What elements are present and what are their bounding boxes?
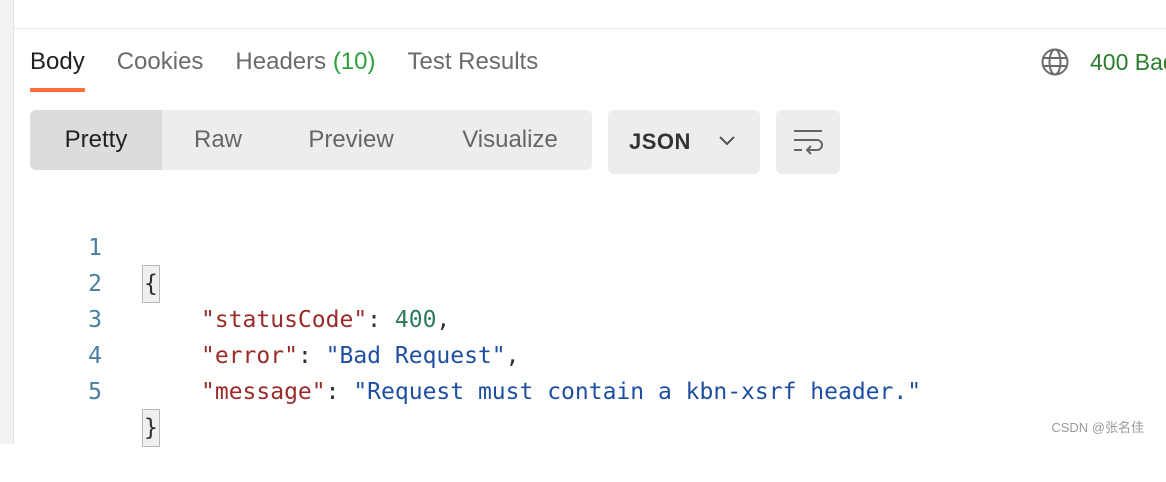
chevron-down-icon xyxy=(719,136,735,146)
tab-headers-label: Headers xyxy=(235,48,327,75)
pretty-button[interactable]: Pretty xyxy=(30,110,162,170)
code-line: 1 { xyxy=(0,194,160,303)
line-number: 4 xyxy=(88,343,102,369)
tab-headers[interactable]: Headers (10) xyxy=(235,44,375,94)
wrap-lines-icon xyxy=(794,130,823,155)
json-key: "message" xyxy=(201,379,326,405)
tab-test-results-label: Test Results xyxy=(407,48,539,75)
status-code-text: 400 Bad Request xyxy=(1090,48,1166,75)
tab-body-label: Body xyxy=(30,48,85,75)
json-value: "Bad Request" xyxy=(325,343,506,369)
tab-test-results[interactable]: Test Results xyxy=(408,44,539,94)
json-key: "error" xyxy=(201,343,298,369)
raw-button[interactable]: Raw xyxy=(162,110,274,170)
response-tabs: Body Cookies Headers (10) Test Results xyxy=(30,44,538,94)
preview-button[interactable]: Preview xyxy=(274,110,428,170)
visualize-button[interactable]: Visualize xyxy=(428,110,592,170)
json-key: "statusCode" xyxy=(201,307,368,333)
response-status: 400 Bad Request xyxy=(1040,44,1166,80)
line-number: 1 xyxy=(88,235,102,261)
line-number: 2 xyxy=(88,271,102,297)
globe-icon[interactable] xyxy=(1040,47,1070,77)
json-value: 400 xyxy=(394,307,437,333)
line-number: 5 xyxy=(88,379,102,405)
code-line: 2 "statusCode": 400, xyxy=(0,230,450,333)
tab-cookies-label: Cookies xyxy=(116,48,204,75)
view-mode-selector: Pretty Raw Preview Visualize xyxy=(30,110,592,170)
language-label: JSON xyxy=(629,129,691,154)
response-body-code: 1 { 2 "statusCode": 400, 3 "error": "Bad… xyxy=(0,194,921,447)
json-comma: , xyxy=(436,307,451,333)
code-line: 5 } xyxy=(0,338,160,447)
line-number: 3 xyxy=(88,307,102,333)
close-brace: } xyxy=(142,409,160,447)
language-dropdown[interactable]: JSON xyxy=(608,110,760,174)
json-value: "Request must contain a kbn-xsrf header.… xyxy=(353,379,922,405)
wrap-lines-button[interactable] xyxy=(776,110,840,174)
code-line: 3 "error": "Bad Request", xyxy=(0,266,519,369)
json-comma: , xyxy=(505,343,520,369)
top-strip xyxy=(14,0,1166,29)
tab-body[interactable]: Body xyxy=(30,44,85,94)
code-line: 4 "message": "Request must contain a kbn… xyxy=(0,302,921,405)
headers-count: (10) xyxy=(332,48,376,75)
open-brace: { xyxy=(142,265,160,303)
watermark: CSDN @张名佳 xyxy=(1051,420,1144,435)
tab-cookies[interactable]: Cookies xyxy=(117,44,204,94)
